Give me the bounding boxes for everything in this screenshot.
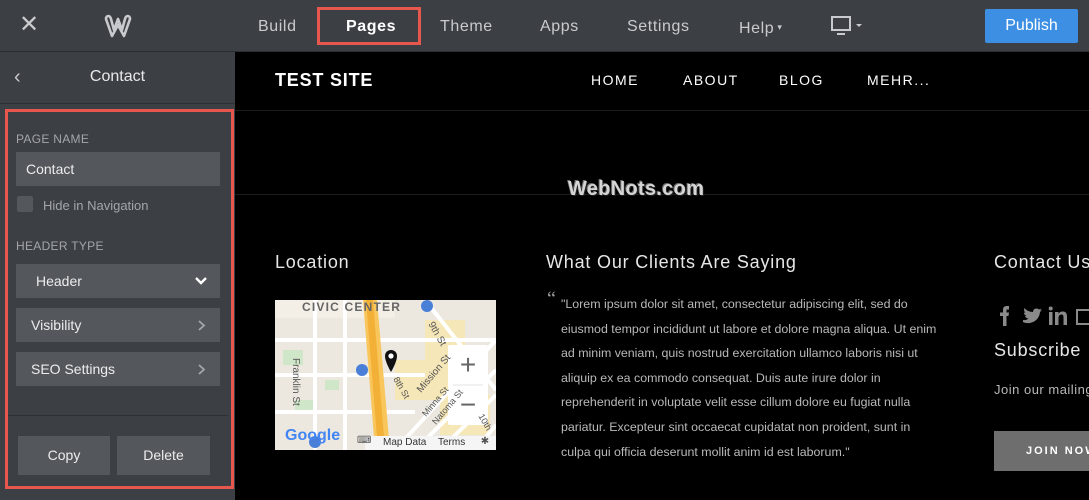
header-type-label: HEADER TYPE [16, 239, 104, 253]
desktop-device-icon[interactable] [830, 15, 864, 39]
keyboard-icon[interactable]: ⌨ [357, 436, 371, 446]
map-zoom-out-button[interactable]: − [448, 388, 488, 422]
join-mailing-text: Join our mailing list [994, 382, 1089, 397]
panel-header: ‹ Contact [0, 52, 235, 104]
chevron-right-icon [198, 320, 206, 331]
page-name-input[interactable]: Contact [16, 152, 220, 186]
visibility-label: Visibility [31, 317, 82, 333]
header-divider [235, 110, 1089, 111]
tab-apps[interactable]: Apps [540, 0, 579, 52]
tab-help[interactable]: Help ▾ [739, 0, 782, 52]
quote-mark-icon: “ [547, 288, 556, 310]
site-title[interactable]: TEST SITE [275, 70, 373, 91]
chevron-right-icon [198, 364, 206, 375]
map-terms-link[interactable]: Terms [438, 437, 465, 448]
site-nav-about[interactable]: ABOUT [683, 72, 739, 88]
page-name-label: PAGE NAME [16, 132, 90, 146]
hide-in-navigation-label: Hide in Navigation [43, 198, 149, 213]
location-heading: Location [275, 252, 350, 272]
tab-build[interactable]: Build [258, 0, 297, 52]
report-bug-icon[interactable]: ✱ [479, 436, 491, 448]
page-settings-panel: ‹ Contact PAGE NAME Contact Hide in Navi… [0, 52, 235, 500]
seo-settings-label: SEO Settings [31, 361, 116, 377]
tab-settings[interactable]: Settings [627, 0, 690, 52]
chevron-down-icon: ▾ [777, 22, 783, 32]
site-nav-blog[interactable]: BLOG [779, 72, 824, 88]
subscribe-heading: Subscribe [994, 340, 1082, 360]
header-type-value: Header [36, 273, 82, 289]
panel-divider [8, 415, 228, 416]
close-icon[interactable]: ✕ [16, 12, 42, 38]
panel-title: Contact [89, 68, 146, 85]
header-type-select[interactable]: Header [16, 264, 220, 298]
weebly-logo-icon[interactable] [103, 11, 133, 41]
chevron-down-icon [195, 277, 207, 285]
share-icon[interactable] [1076, 309, 1089, 325]
facebook-icon[interactable] [1000, 306, 1009, 326]
map-data-link[interactable]: Map Data [383, 437, 426, 448]
site-preview: TEST SITE HOME ABOUT BLOG MEHR... WebNot… [235, 52, 1089, 500]
twitter-icon[interactable] [1023, 308, 1042, 324]
tab-help-label: Help [739, 20, 775, 37]
map-zoom-in-button[interactable]: + [448, 348, 488, 382]
map-street-franklin: Franklin St [290, 358, 301, 406]
clients-heading: What Our Clients Are Saying [546, 252, 797, 272]
google-logo: Google [285, 427, 341, 444]
map-district-label: CIVIC CENTER [302, 300, 402, 314]
delete-page-button[interactable]: Delete [117, 436, 210, 475]
join-now-button[interactable]: JOIN NOW [994, 431, 1089, 471]
copy-page-button[interactable]: Copy [18, 436, 110, 475]
social-icons [1000, 306, 1089, 326]
seo-settings-row[interactable]: SEO Settings [16, 352, 220, 386]
watermark: WebNots.com [568, 178, 705, 200]
site-nav-home[interactable]: HOME [591, 72, 639, 88]
visibility-row[interactable]: Visibility [16, 308, 220, 342]
location-map[interactable]: CIVIC CENTER Franklin St 9th St Mission … [275, 300, 496, 450]
tab-theme[interactable]: Theme [440, 0, 493, 52]
linkedin-icon[interactable] [1048, 306, 1067, 326]
contact-heading: Contact Us [994, 252, 1089, 272]
publish-button[interactable]: Publish [985, 9, 1078, 43]
testimonial-text: "Lorem ipsum dolor sit amet, consectetur… [561, 297, 937, 459]
editor-topbar: ✕ Build Pages Theme Apps Settings Help ▾ … [0, 0, 1089, 52]
pages-tab-highlight [317, 7, 421, 45]
site-nav-more[interactable]: MEHR... [867, 72, 930, 88]
hide-in-navigation-checkbox[interactable] [17, 196, 33, 212]
